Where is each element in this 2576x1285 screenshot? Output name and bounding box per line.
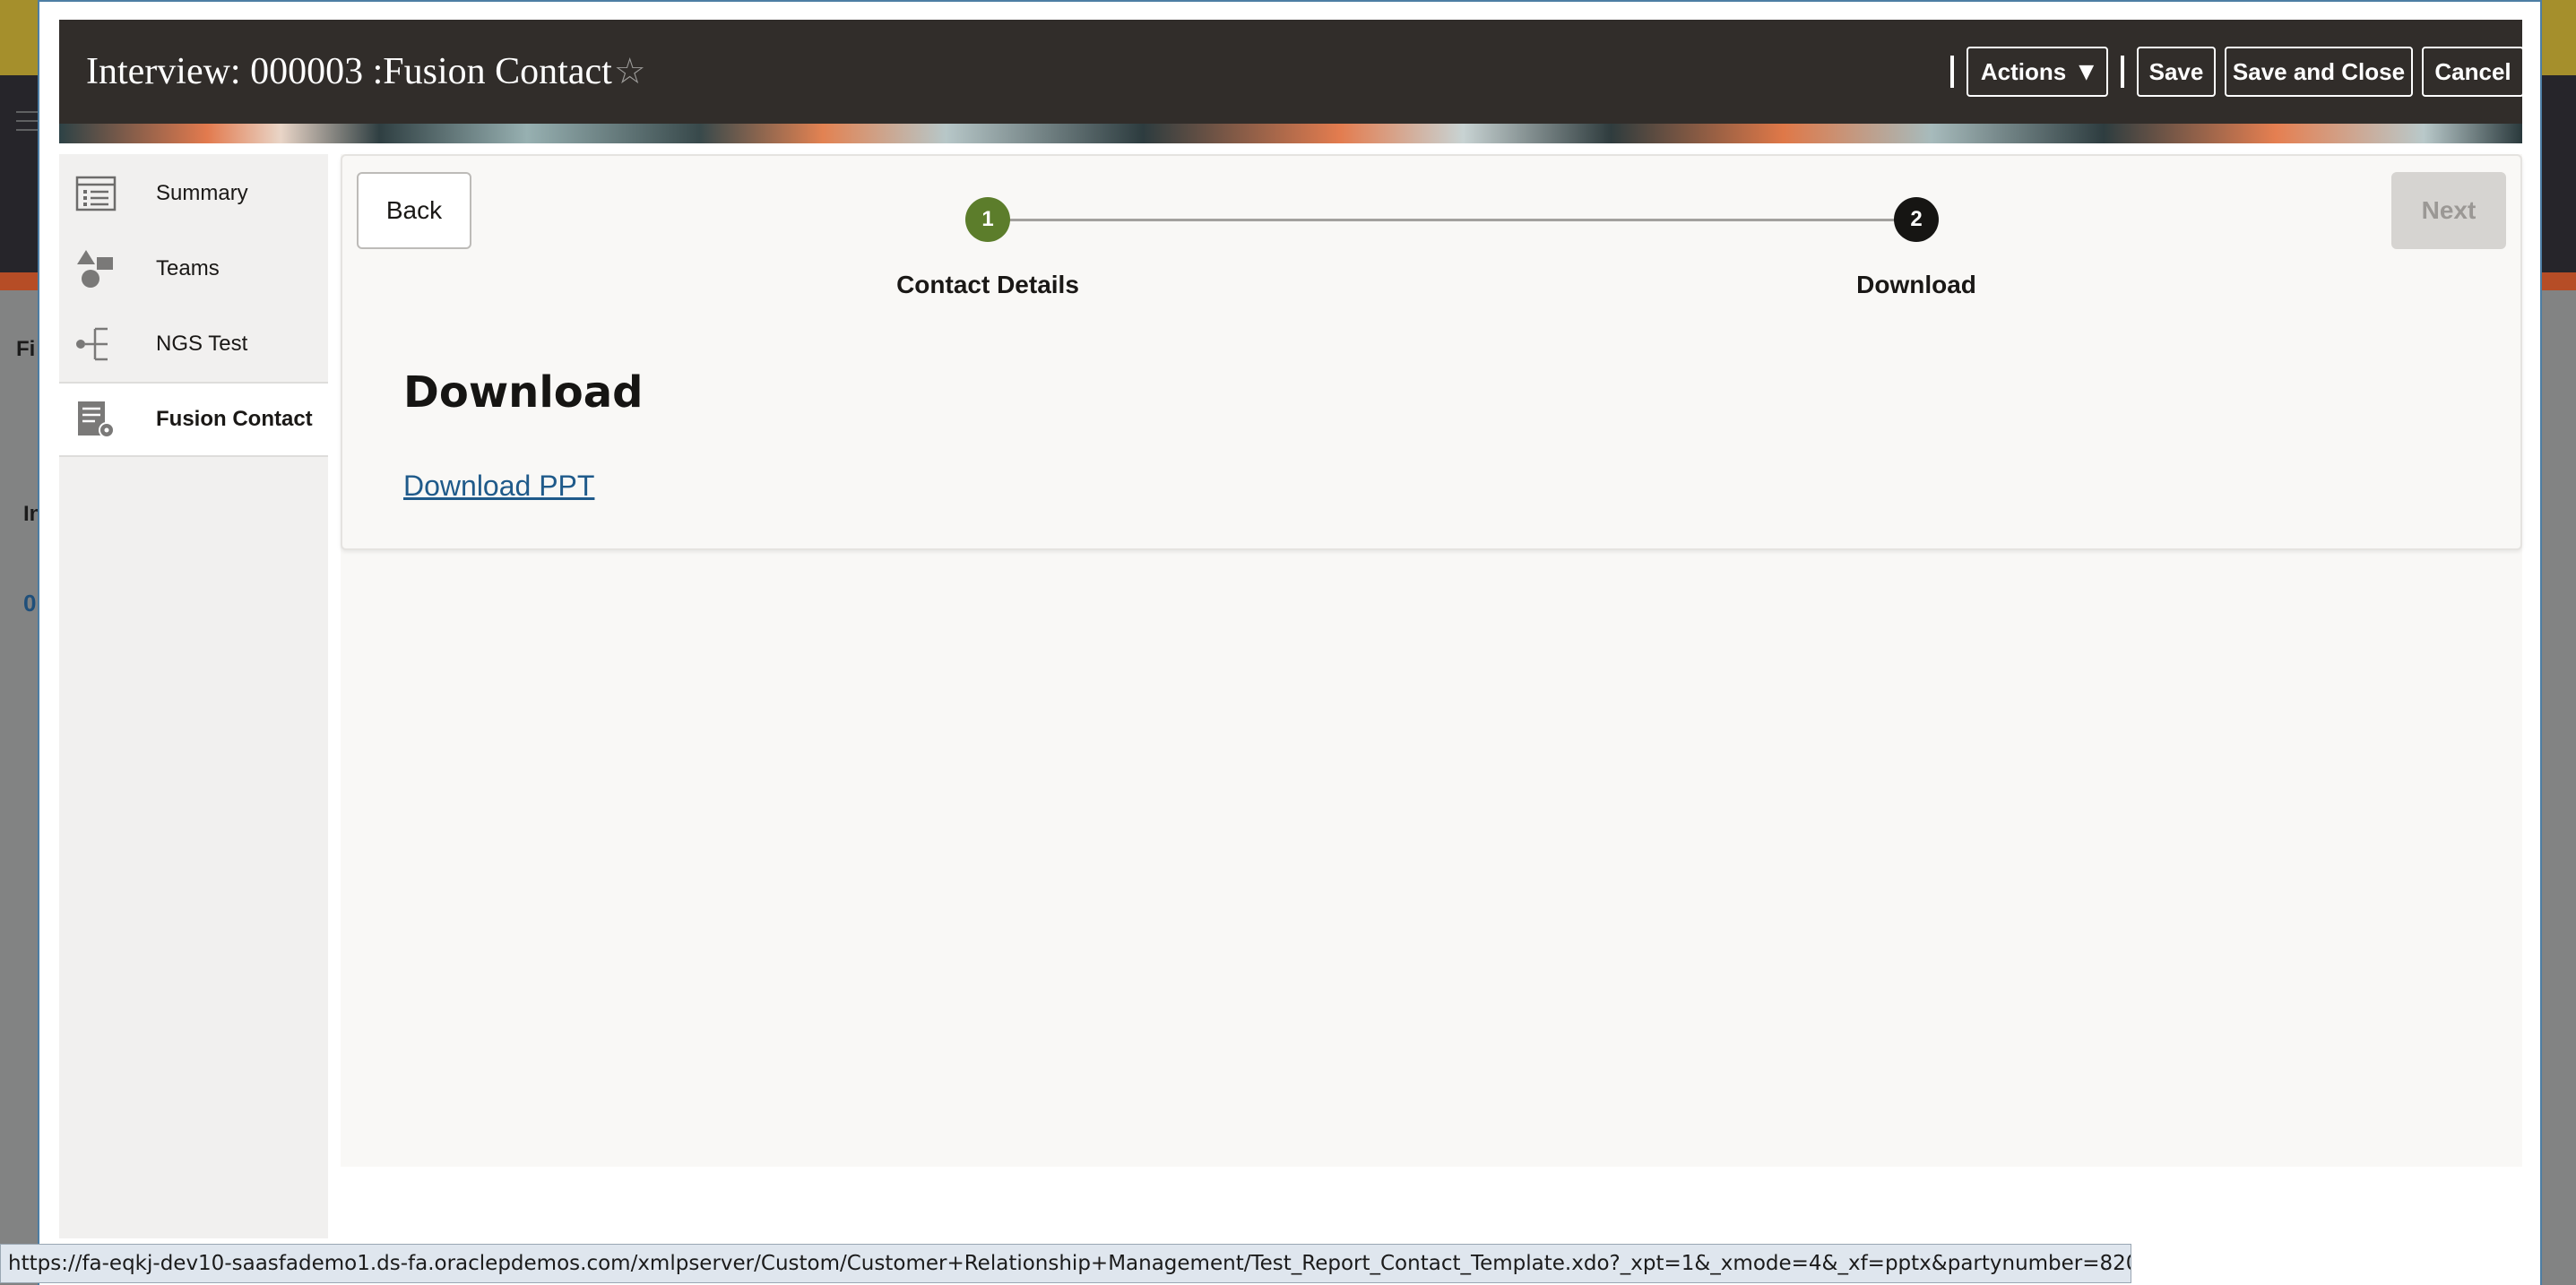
sidebar-item-label: Summary (156, 181, 248, 205)
sidebar-item-fusion-contact[interactable]: Fusion Contact (59, 382, 328, 457)
sidebar-item-ngs-test[interactable]: NGS Test (59, 306, 328, 382)
cancel-button[interactable]: Cancel (2422, 47, 2524, 97)
next-button[interactable]: Next (2391, 172, 2506, 249)
dialog-header: Interview: 000003 :Fusion Contact ☆ Acti… (59, 20, 2524, 124)
back-button[interactable]: Back (357, 172, 471, 249)
actions-menu-button[interactable]: Actions ▼ (1967, 47, 2108, 97)
train-stop-label[interactable]: Contact Details (896, 271, 1079, 299)
header-separator (2121, 56, 2124, 88)
sidebar-item-teams[interactable]: Teams (59, 231, 328, 306)
sidebar-item-label: Fusion Contact (156, 407, 313, 431)
background-text-fragment: Fi (16, 337, 36, 361)
sidebar-item-label: NGS Test (156, 332, 248, 356)
list-icon (75, 176, 117, 211)
save-button[interactable]: Save (2137, 47, 2216, 97)
section-title: Download (403, 367, 644, 418)
sidebar-item-label: Teams (156, 256, 220, 280)
train-stop-2[interactable]: 2 (1894, 197, 1939, 242)
status-bar-url: https://fa-eqkj-dev10-saasfademo1.ds-fa.… (0, 1244, 2131, 1283)
chevron-down-icon: ▼ (2079, 60, 2095, 83)
sidebar-item-summary[interactable]: Summary (59, 156, 328, 231)
star-outline-icon[interactable]: ☆ (614, 51, 646, 92)
sidebar: Summary Teams NGS Test Fusion Contact (59, 154, 328, 1238)
train-stop-label[interactable]: Download (1856, 271, 1976, 299)
train-stop-1[interactable]: 1 (965, 197, 1010, 242)
train-card: Back 1 2 Contact Details Download Next D… (341, 154, 2522, 550)
train-connector (988, 219, 1916, 221)
header-separator (1950, 56, 1954, 88)
document-gear-icon (78, 401, 115, 438)
background-text-fragment: 0 (23, 590, 37, 617)
shapes-icon (77, 250, 113, 288)
interview-dialog: Interview: 000003 :Fusion Contact ☆ Acti… (38, 0, 2542, 1285)
decorative-banner (59, 124, 2522, 143)
hierarchy-icon (76, 327, 108, 361)
dialog-title: Interview: 000003 :Fusion Contact (86, 51, 612, 92)
download-ppt-link[interactable]: Download PPT (403, 470, 594, 503)
dialog-title-container: Interview: 000003 :Fusion Contact ☆ (86, 50, 646, 93)
actions-label: Actions (1980, 57, 2067, 85)
save-and-close-button[interactable]: Save and Close (2225, 47, 2413, 97)
